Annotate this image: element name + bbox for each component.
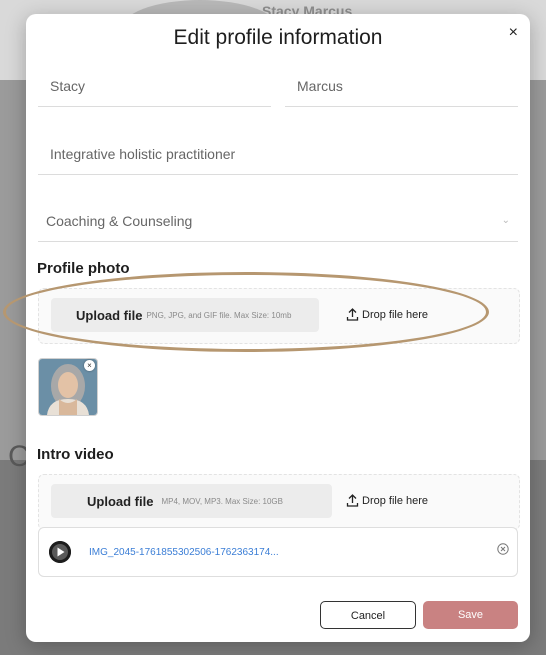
- headline-value: Integrative holistic practitioner: [50, 146, 236, 162]
- upload-button-label: Upload file: [76, 307, 143, 323]
- upload-hint: MP4, MOV, MP3. Max Size: 10GB: [161, 496, 283, 506]
- category-value: Coaching & Counseling: [46, 213, 193, 229]
- cancel-button[interactable]: Cancel: [320, 601, 416, 629]
- last-name-value: Marcus: [297, 78, 343, 94]
- save-button[interactable]: Save: [423, 601, 518, 629]
- last-name-field[interactable]: Marcus: [285, 78, 518, 107]
- profile-photo-upload-button[interactable]: Upload file PNG, JPG, and GIF file. Max …: [51, 298, 319, 332]
- upload-icon: [346, 308, 359, 321]
- drop-label: Drop file here: [362, 308, 429, 321]
- drop-label: Drop file here: [362, 494, 429, 507]
- edit-profile-modal: × Edit profile information Stacy Marcus …: [3, 14, 530, 642]
- profile-photo-dropzone[interactable]: Upload file PNG, JPG, and GIF file. Max …: [38, 288, 520, 344]
- intro-video-file: IMG_2045-1761855302506-1762363174...: [38, 527, 518, 577]
- headline-field[interactable]: Integrative holistic practitioner: [38, 146, 518, 175]
- profile-photo-heading: Profile photo: [37, 260, 130, 277]
- profile-photo-drop-target[interactable]: Drop file here: [346, 308, 428, 321]
- intro-video-upload-button[interactable]: Upload file MP4, MOV, MP3. Max Size: 10G…: [51, 484, 332, 518]
- modal-title: Edit profile information: [173, 26, 383, 49]
- intro-video-dropzone[interactable]: Upload file MP4, MOV, MP3. Max Size: 10G…: [38, 474, 520, 530]
- play-icon[interactable]: [49, 541, 71, 563]
- chevron-down-icon: ⌄: [501, 215, 510, 226]
- remove-photo-button[interactable]: ×: [84, 360, 95, 371]
- upload-hint: PNG, JPG, and GIF file. Max Size: 10mb: [146, 310, 292, 320]
- category-select[interactable]: Coaching & Counseling ⌄: [38, 213, 518, 242]
- first-name-field[interactable]: Stacy: [38, 78, 271, 107]
- first-name-value: Stacy: [50, 78, 86, 94]
- intro-video-heading: Intro video: [37, 446, 114, 463]
- upload-icon: [346, 494, 359, 507]
- video-file-name[interactable]: IMG_2045-1761855302506-1762363174...: [89, 547, 279, 558]
- upload-button-label: Upload file: [87, 493, 154, 509]
- intro-video-drop-target[interactable]: Drop file here: [346, 494, 428, 507]
- remove-circle-icon[interactable]: [497, 543, 509, 555]
